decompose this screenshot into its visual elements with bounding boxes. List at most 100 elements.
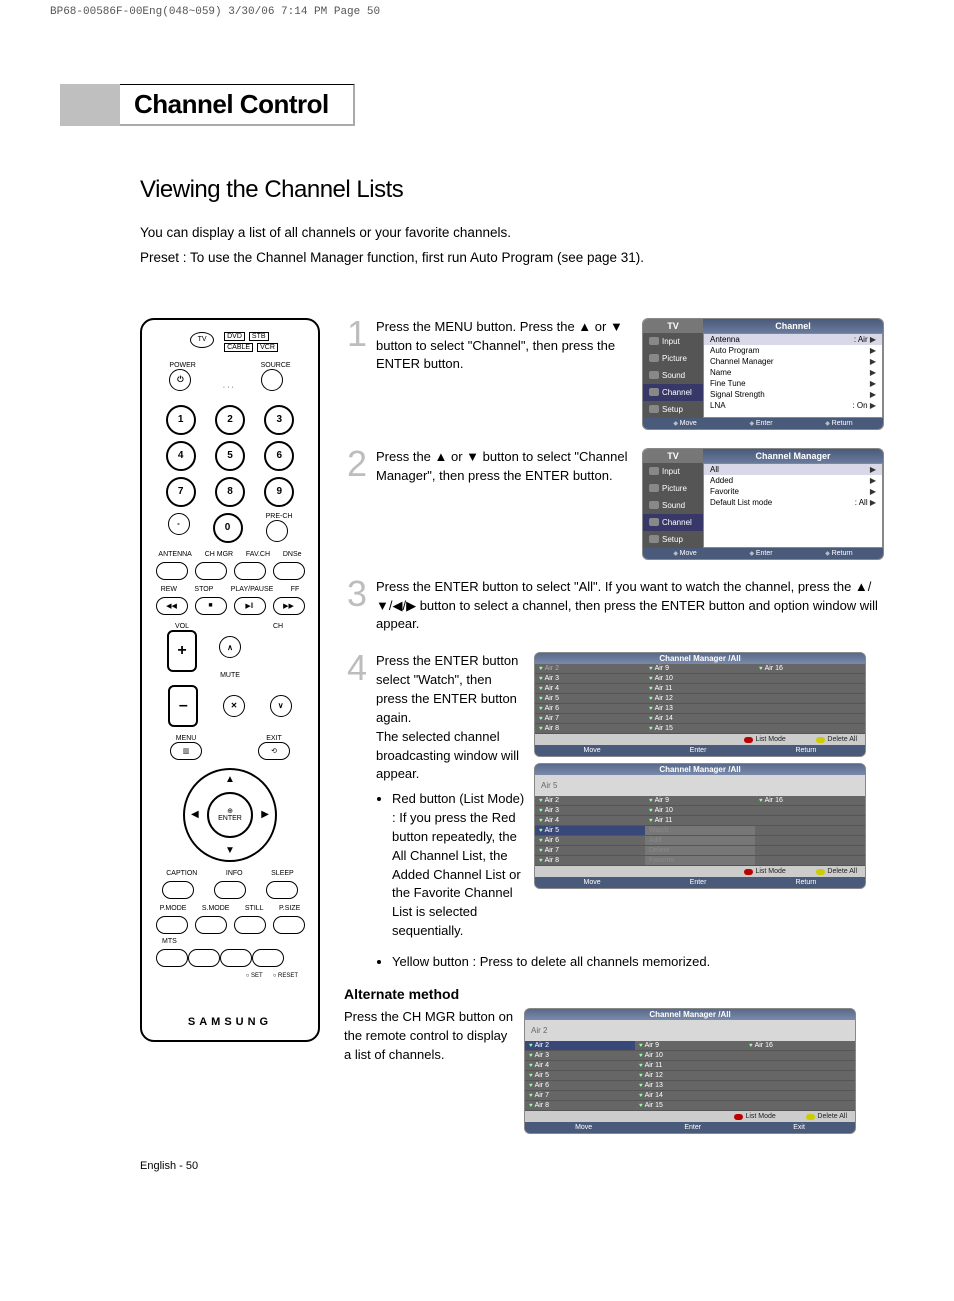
step-4-text: Press the ENTER button select "Watch", t… (376, 653, 519, 781)
intro-block: You can display a list of all channels o… (140, 224, 884, 268)
osd1-item-name: Name▶ (704, 367, 882, 378)
osd2-item-fav: Favorite▶ (704, 486, 882, 497)
antenna-btn (156, 562, 188, 580)
osd1-side-setup: Setup (643, 401, 703, 418)
power-label: POWER (169, 362, 195, 369)
grid2-opt-delete: Delete (645, 846, 755, 856)
digit-9: 9 (264, 477, 294, 507)
osd1-side-input: Input (643, 333, 703, 350)
osd1-title: Channel (703, 319, 883, 333)
digit-7: 7 (166, 477, 196, 507)
sleep-label: SLEEP (271, 870, 294, 877)
extra2-btn (220, 949, 252, 967)
section-title: Viewing the Channel Lists (140, 176, 884, 204)
step-3: 3 Press the ENTER button to select "All"… (344, 578, 884, 635)
step-2-text: Press the ▲ or ▼ button to select "Chann… (376, 448, 634, 486)
digit-4: 4 (166, 441, 196, 471)
osd1-item-ft: Fine Tune▶ (704, 378, 882, 389)
dnse-btn (273, 562, 305, 580)
ff-btn: ▶▶ (273, 597, 305, 615)
osd2-side-input: Input (643, 463, 703, 480)
osd2-foot-move: Move (673, 550, 696, 557)
osd1-foot-enter: Enter (750, 420, 773, 427)
prech-label: PRE-CH (266, 513, 293, 520)
digit-3: 3 (264, 405, 294, 435)
osd-channel-manager-menu: TVChannel Manager Input Picture Sound Ch… (642, 448, 884, 560)
enter-button: ⊕ENTER (207, 792, 253, 838)
dvd-label: DVD (224, 332, 245, 341)
grid3-title: Channel Manager /All (525, 1009, 855, 1020)
smode-label: S.MODE (202, 905, 230, 912)
stop-label: STOP (194, 586, 213, 593)
chmgr-btn (195, 562, 227, 580)
digit-6: 6 (264, 441, 294, 471)
osd1-foot-return: Return (825, 420, 852, 427)
alternate-method-text: Press the CH MGR button on the remote co… (344, 1008, 514, 1065)
step-1: 1 Press the MENU button. Press the ▲ or … (344, 318, 884, 430)
mts-btn (156, 949, 188, 967)
vcr-label: VCR (257, 343, 278, 352)
mute-btn: ✕ (223, 695, 245, 717)
step-3-number: 3 (344, 578, 370, 610)
grid2-preview: Air 5 (535, 775, 865, 796)
osd1-tv-tab: TV (643, 319, 703, 333)
page: Channel Control Viewing the Channel List… (0, 24, 954, 1212)
source-label: SOURCE (261, 362, 291, 369)
favch-label: FAV.CH (246, 551, 270, 558)
osd2-side-sound: Sound (643, 497, 703, 514)
step-3-text: Press the ENTER button to select "All". … (376, 578, 884, 635)
mute-label: MUTE (142, 672, 318, 679)
ff-label: FF (291, 586, 300, 593)
vol-down: – (168, 685, 198, 727)
psize-btn (273, 916, 305, 934)
step-2: 2 Press the ▲ or ▼ button to select "Cha… (344, 448, 884, 560)
osd-grid-all-1: Channel Manager /All ♥Air 2♥Air 9♥Air 16… (534, 652, 866, 757)
antenna-label: ANTENNA (158, 551, 191, 558)
rew-btn: ◀◀ (156, 597, 188, 615)
intro-p2: Preset : To use the Channel Manager func… (140, 249, 884, 268)
rew-label: REW (161, 586, 177, 593)
grid2-opt-fav: Favorite (645, 856, 755, 866)
stop-btn: ■ (195, 597, 227, 615)
digit-8: 8 (215, 477, 245, 507)
osd1-foot-move: Move (673, 420, 696, 427)
digit-0: 0 (213, 513, 243, 543)
ch-label: CH (263, 623, 293, 630)
menu-btn: ▥ (170, 742, 202, 760)
mts-label: MTS (162, 938, 177, 945)
remote-illustration: TV DVD STB CABLE VCR POWER (140, 318, 320, 1042)
print-header: BP68-00586F-00Eng(048~059) 3/30/06 7:14 … (0, 0, 954, 24)
set-label: ○ SET (246, 973, 263, 979)
caption-label: CAPTION (166, 870, 197, 877)
osd2-side-setup: Setup (643, 531, 703, 548)
osd1-item-lna: LNA: On ▶ (704, 400, 882, 411)
osd-grid-all-3: Channel Manager /All Air 2 ♥Air 2♥Air 9♥… (524, 1008, 856, 1134)
dnse-label: DNSe (283, 551, 302, 558)
alternate-method-heading: Alternate method (344, 986, 884, 1002)
chapter-accent-block (60, 84, 120, 126)
play-label: PLAY/PAUSE (231, 586, 274, 593)
osd1-item-ss: Signal Strength▶ (704, 389, 882, 400)
still-label: STILL (245, 905, 264, 912)
osd-channel-menu: TVChannel Input Picture Sound Channel Se… (642, 318, 884, 430)
step-4-bullet-1: Red button (List Mode) : If you press th… (392, 790, 526, 941)
pmode-label: P.MODE (160, 905, 187, 912)
page-footer: English - 50 (140, 1160, 884, 1172)
osd1-item-cm: Channel Manager▶ (704, 356, 882, 367)
pmode-btn (156, 916, 188, 934)
exit-btn: ⟲ (258, 742, 290, 760)
digit-1: 1 (166, 405, 196, 435)
ch-up: ∧ (219, 636, 241, 658)
osd1-side-channel: Channel (643, 384, 703, 401)
stb-label: STB (249, 332, 269, 341)
psize-label: P.SIZE (279, 905, 300, 912)
tv-button: TV (190, 332, 214, 348)
exit-label: EXIT (258, 735, 290, 742)
grid2-opt-add: Add (645, 836, 755, 846)
dash-button: - (168, 513, 190, 535)
osd1-side-picture: Picture (643, 350, 703, 367)
osd1-item-auto: Auto Program▶ (704, 345, 882, 356)
digit-2: 2 (215, 405, 245, 435)
intro-p1: You can display a list of all channels o… (140, 224, 884, 243)
osd2-item-all: All▶ (704, 464, 882, 475)
